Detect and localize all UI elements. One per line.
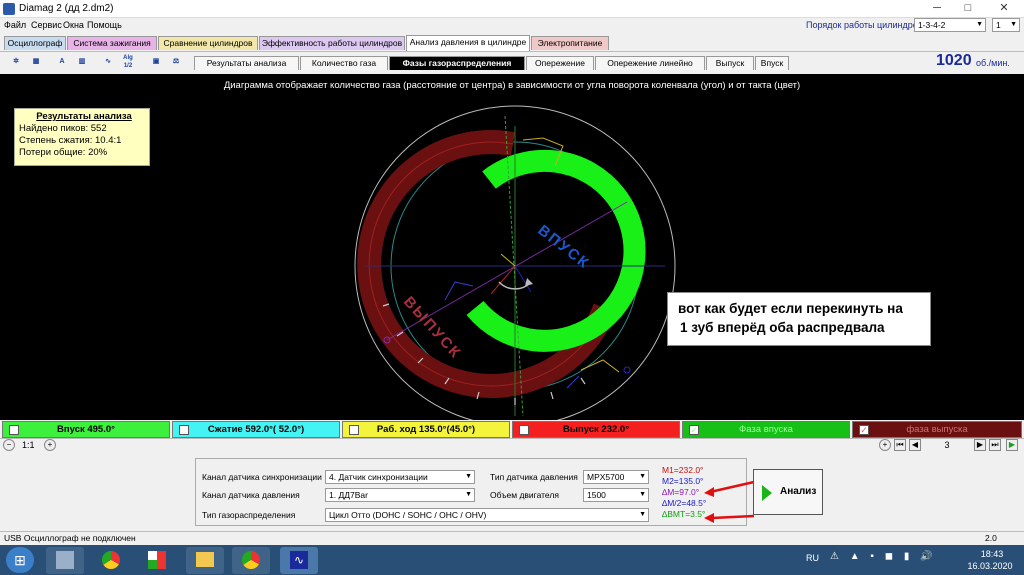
title-bar xyxy=(0,0,1024,18)
next-page-button[interactable]: ▶ xyxy=(974,439,986,451)
close-button[interactable]: ✕ xyxy=(986,0,1022,17)
status-bar xyxy=(0,531,1024,545)
taskbar-explorer[interactable] xyxy=(186,547,224,574)
tab-cylinder-comparison[interactable]: Сравнение цилиндров xyxy=(158,36,258,50)
intake-arc-label: ВПУСК xyxy=(535,222,593,273)
scale-icon[interactable]: ⚖ xyxy=(168,54,184,70)
clock-date: 16.03.2020 xyxy=(967,561,1013,571)
tab-pressure-analysis[interactable]: Анализ давления в цилиндре xyxy=(406,35,530,51)
save-icon[interactable]: ▣ xyxy=(148,54,164,70)
results-losses: Потери общие: 20% xyxy=(19,147,108,158)
tab-ignition[interactable]: Система зажигания xyxy=(67,36,157,50)
bars-icon[interactable]: ▥ xyxy=(74,54,90,70)
status-version: 2.0 xyxy=(985,533,997,543)
valve-timing-diagram: ВПУСК ВЫПУСК xyxy=(354,105,676,420)
menu-file[interactable]: Файл xyxy=(4,20,26,30)
phase-intake[interactable]: Впуск 495.0° xyxy=(2,421,170,438)
results-compression: Степень сжатия: 10.4:1 xyxy=(19,135,122,146)
note-line-2: 1 зуб вперёд оба распредвала xyxy=(680,320,885,335)
tab-power-supply[interactable]: Электропитание xyxy=(531,36,609,50)
first-page-button[interactable]: ⏮ xyxy=(894,439,906,451)
subtab-advance[interactable]: Опережение xyxy=(526,56,594,70)
alg-icon[interactable]: Alg 1/2 xyxy=(120,54,136,70)
auto-icon[interactable]: A xyxy=(54,54,70,70)
zoom-in-button[interactable]: + xyxy=(44,439,56,451)
engine-volume-select[interactable]: 1500 ▼ xyxy=(583,488,649,502)
annotation-arrows xyxy=(704,480,755,523)
analysis-results-panel: Результаты анализа Найдено пиков: 552 Ст… xyxy=(14,108,150,166)
cylinder-order-label: Порядок работы цилиндров xyxy=(806,20,923,30)
minimize-button[interactable]: ─ xyxy=(922,0,952,17)
sensor-type-select[interactable]: MPX5700 ▼ xyxy=(583,470,649,484)
play-button[interactable]: ▶ xyxy=(1006,439,1018,451)
last-page-button[interactable]: ⏭ xyxy=(989,439,1001,451)
calculator-icon xyxy=(56,551,74,569)
start-button[interactable]: ⊞ xyxy=(6,547,34,573)
chrome-icon xyxy=(242,551,260,569)
results-peaks: Найдено пиков: 552 xyxy=(19,123,107,134)
pressure-channel-label: Канал датчика давления xyxy=(202,490,300,500)
page-number[interactable]: 3 xyxy=(924,439,970,451)
phase-exhaust-timing[interactable]: ✓ фаза выпуска xyxy=(852,421,1022,438)
app-tray-icon xyxy=(148,551,166,569)
subtab-results[interactable]: Результаты анализа xyxy=(194,56,299,70)
page-zoom-in-button[interactable]: + xyxy=(879,439,891,451)
pressure-channel-select[interactable]: 1. ДД7Bar ▼ xyxy=(325,488,475,502)
folder-icon xyxy=(196,552,214,567)
navigation-bar xyxy=(0,438,1024,452)
timing-type-label: Тип газораспределения xyxy=(202,510,296,520)
chrome-icon xyxy=(102,551,120,569)
zoom-level: 1:1 xyxy=(22,440,35,450)
subtab-exhaust[interactable]: Выпуск xyxy=(706,56,754,70)
subtab-gas-amount[interactable]: Количество газа xyxy=(300,56,388,70)
zoom-out-button[interactable]: − xyxy=(3,439,15,451)
phase-compression[interactable]: Сжатие 592.0°( 52.0°) xyxy=(172,421,340,438)
menu-windows[interactable]: Окна xyxy=(63,20,84,30)
prev-page-button[interactable]: ◀ xyxy=(909,439,921,451)
app-icon xyxy=(3,3,15,15)
phase-intake-timing[interactable]: ✓ Фаза впуска xyxy=(682,421,850,438)
status-text: USB Осциллограф не подключен xyxy=(4,533,136,543)
waveform-icon: ∿ xyxy=(290,551,308,569)
phase-power-stroke[interactable]: Раб. ход 135.0°(45.0°) xyxy=(342,421,510,438)
subtab-advance-linear[interactable]: Опережение линейно xyxy=(595,56,705,70)
chart-icon[interactable]: ▦ xyxy=(28,54,44,70)
settings-icon[interactable]: ✲ xyxy=(8,54,24,70)
menu-service[interactable]: Сервис xyxy=(31,20,62,30)
rpm-value: 1020 xyxy=(936,52,972,69)
cylinder-select[interactable]: 1 ▼ xyxy=(992,18,1020,32)
taskbar-chrome-1[interactable] xyxy=(92,547,130,574)
phase-exhaust[interactable]: Выпуск 232.0° xyxy=(512,421,680,438)
tab-oscilloscope[interactable]: Осциллограф xyxy=(4,36,66,50)
tab-cylinder-efficiency[interactable]: Эффективность работы цилиндров xyxy=(259,36,405,50)
window-title: Diamag 2 (дд 2.dm2) xyxy=(19,3,114,14)
note-line-1: вот как будет если перекинуть на xyxy=(678,301,903,316)
maximize-button[interactable]: □ xyxy=(953,0,983,17)
taskbar-calculator[interactable] xyxy=(46,547,84,574)
sync-channel-select[interactable]: 4. Датчик синхронизации ▼ xyxy=(325,470,475,484)
annotation-note: вот как будет если перекинуть на 1 зуб в… xyxy=(667,292,931,346)
cylinder-order-select[interactable]: 1-3-4-2 ▼ xyxy=(914,18,986,32)
taskbar-app[interactable] xyxy=(138,547,176,574)
subtab-valve-timing[interactable]: Фазы газораспределения xyxy=(389,56,525,70)
results-title: Результаты анализа xyxy=(36,111,132,122)
timing-type-select[interactable]: Цикл Отто (DOHC / SOHC / OHC / OHV) ▼ xyxy=(325,508,649,522)
analyze-button[interactable]: Анализ xyxy=(753,469,823,515)
engine-volume-label: Объем двигателя xyxy=(490,490,559,500)
menu-help[interactable]: Помощь xyxy=(87,20,122,30)
rpm-unit: об./мин. xyxy=(976,58,1010,68)
clock-time: 18:43 xyxy=(980,549,1004,559)
language-indicator[interactable]: RU xyxy=(806,553,819,563)
trend-icon[interactable]: ∿ xyxy=(100,54,116,70)
sensor-type-label: Тип датчика давления xyxy=(490,472,578,482)
tray-icons[interactable]: ⚠ ▲ ▪ ◼ ▮ 🔊 xyxy=(830,551,960,562)
sync-channel-label: Канал датчика синхронизации xyxy=(202,472,322,482)
taskbar-chrome-2[interactable] xyxy=(232,547,270,574)
play-icon xyxy=(762,485,772,501)
subtab-intake[interactable]: Впуск xyxy=(755,56,789,70)
taskbar-diamag[interactable]: ∿ xyxy=(280,547,318,574)
